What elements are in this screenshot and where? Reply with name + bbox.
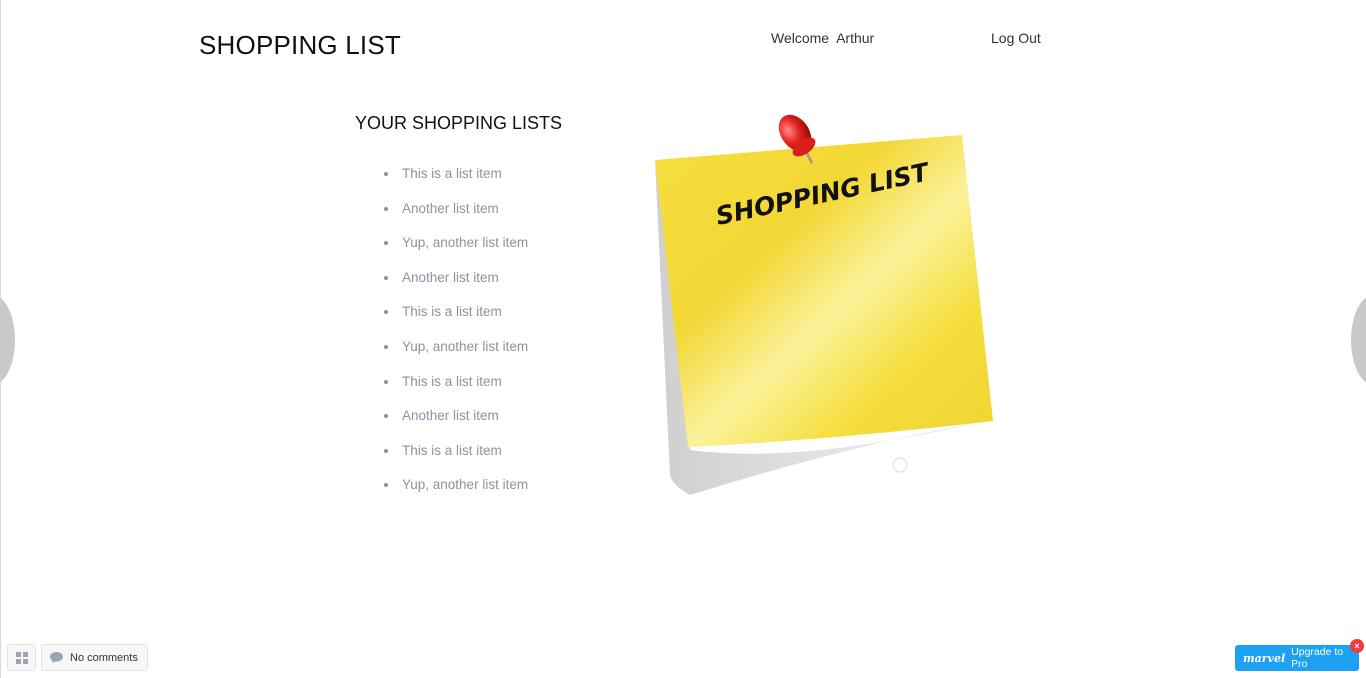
comment-bubble-icon xyxy=(50,652,63,663)
sticky-note-illustration: SHOPPING LIST xyxy=(655,114,993,495)
upgrade-label: Upgrade to Pro xyxy=(1291,646,1344,670)
list-item[interactable]: This is a list item xyxy=(384,301,528,336)
grid-icon xyxy=(15,651,28,664)
list-item[interactable]: Another list item xyxy=(384,198,528,233)
comments-button[interactable]: No comments xyxy=(41,644,148,671)
list-item[interactable]: This is a list item xyxy=(384,440,528,475)
list-item[interactable]: Another list item xyxy=(384,267,528,302)
sticky-note-image: SHOPPING LIST xyxy=(650,105,995,495)
username: Arthur xyxy=(836,30,875,46)
welcome-message: Welcome Arthur xyxy=(771,30,874,46)
marvel-logo: marvel xyxy=(1243,651,1286,665)
prev-screen-arrow[interactable] xyxy=(0,295,15,385)
upgrade-to-pro-button[interactable]: marvel Upgrade to Pro xyxy=(1235,645,1359,671)
comments-label: No comments xyxy=(70,651,138,664)
shopping-lists: This is a list item Another list item Yu… xyxy=(384,163,528,509)
footer-toolbar: No comments xyxy=(7,644,148,671)
site-title: SHOPPING LIST xyxy=(199,30,401,60)
lists-heading: YOUR SHOPPING LISTS xyxy=(355,113,563,133)
list-item[interactable]: Yup, another list item xyxy=(384,232,528,267)
list-item[interactable]: This is a list item xyxy=(384,371,528,406)
list-item[interactable]: Another list item xyxy=(384,405,528,440)
logout-link[interactable]: Log Out xyxy=(991,30,1041,46)
close-promo-icon[interactable]: × xyxy=(1350,639,1364,653)
next-screen-arrow[interactable] xyxy=(1351,295,1366,385)
grid-view-button[interactable] xyxy=(7,644,36,671)
list-item[interactable]: This is a list item xyxy=(384,163,528,198)
list-item[interactable]: Yup, another list item xyxy=(384,474,528,509)
list-item[interactable]: Yup, another list item xyxy=(384,336,528,371)
welcome-label: Welcome xyxy=(771,30,830,46)
